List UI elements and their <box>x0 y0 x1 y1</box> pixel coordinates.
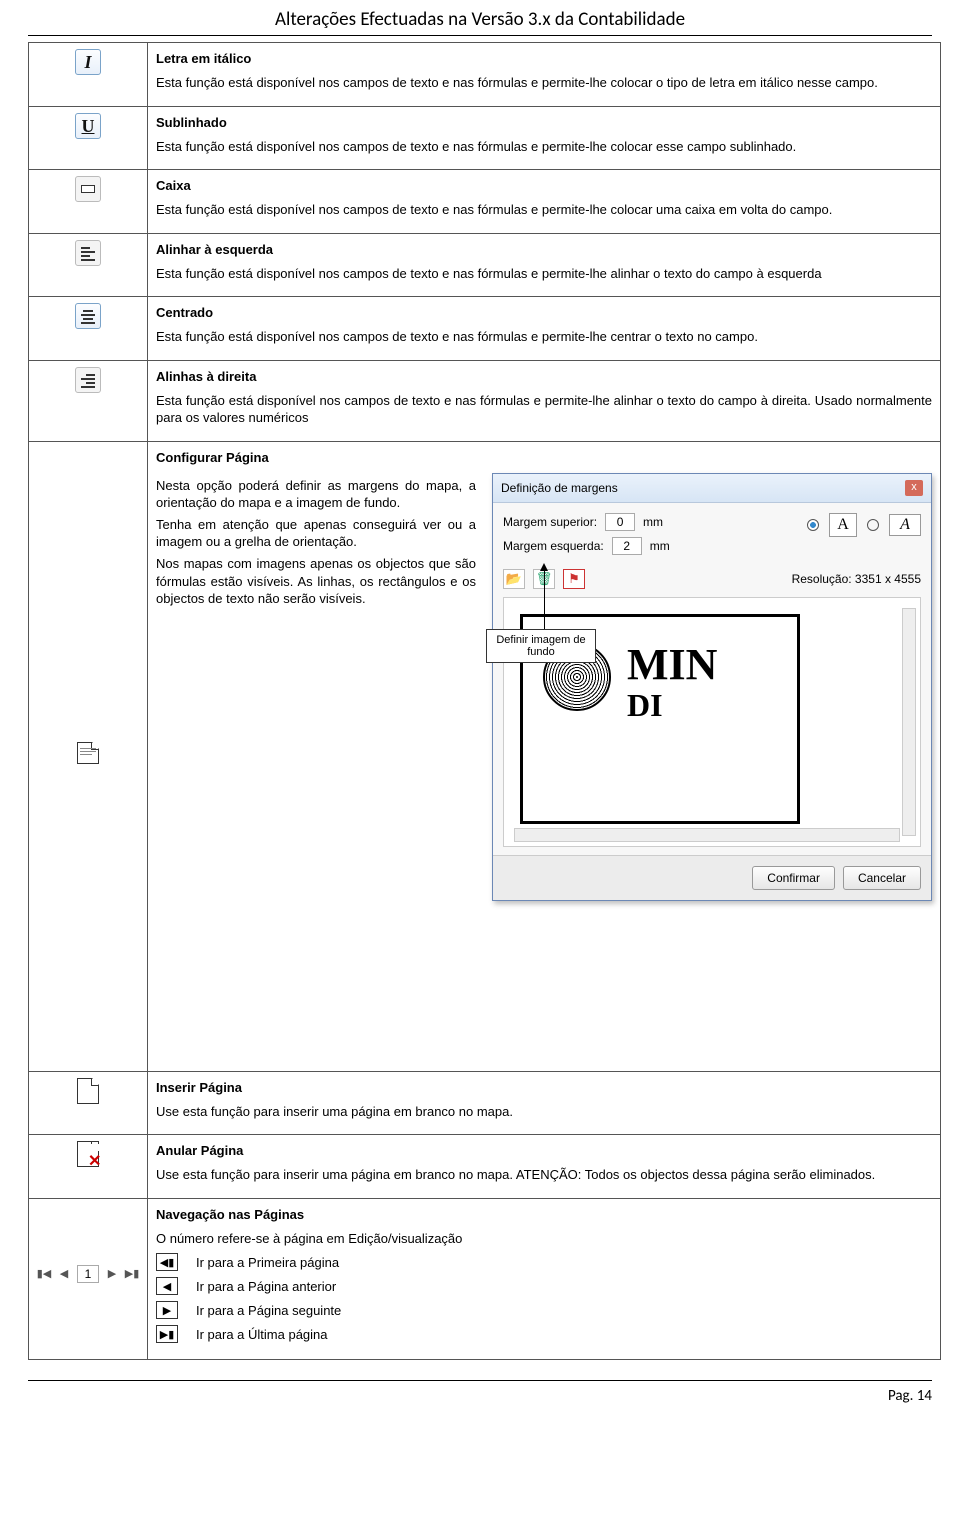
desc-nav: Navegação nas Páginas O número refere-se… <box>148 1198 941 1360</box>
dialog-wrapper: Definição de margens x Margem superior: <box>492 473 932 901</box>
callout-arrow-line <box>544 569 545 629</box>
desc-center: Centrado Esta função está disponível nos… <box>148 297 941 361</box>
insert-page-icon <box>77 1078 99 1104</box>
para-alignright: Esta função está disponível nos campos d… <box>156 392 932 427</box>
nav-first-label: Ir para a Primeira página <box>196 1255 339 1270</box>
title-insert: Inserir Página <box>156 1080 932 1095</box>
italic-icon: I <box>75 49 101 75</box>
dialog-title: Definição de margens <box>501 481 618 495</box>
orientation-landscape-icon: A <box>889 514 921 536</box>
title-underline: Sublinhado <box>156 115 932 130</box>
desc-annul: Anular Página Use esta função para inser… <box>148 1135 941 1199</box>
icon-cell-box <box>29 170 148 234</box>
nav-last-icon[interactable]: ▶▮ <box>125 1267 139 1281</box>
label-margin-left: Margem esquerda: <box>503 539 604 553</box>
cancel-button[interactable]: Cancelar <box>843 866 921 890</box>
title-alignleft: Alinhar à esquerda <box>156 242 932 257</box>
title-nav: Navegação nas Páginas <box>156 1207 932 1222</box>
nav-last-label: Ir para a Última página <box>196 1327 328 1342</box>
nav-prev-icon[interactable]: ◀ <box>57 1267 71 1281</box>
para-annul: Use esta função para inserir uma página … <box>156 1166 932 1184</box>
desc-underline: Sublinhado Esta função está disponível n… <box>148 106 941 170</box>
para-underline: Esta função está disponível nos campos d… <box>156 138 932 156</box>
desc-alignright: Alinhas à direita Esta função está dispo… <box>148 360 941 441</box>
preview-text-2: DI <box>627 687 717 724</box>
align-right-icon <box>75 367 101 393</box>
label-margin-top: Margem superior: <box>503 515 597 529</box>
nav-next-icon[interactable]: ▶ <box>105 1267 119 1281</box>
orientation-portrait-icon: A <box>829 513 857 537</box>
nav-first-icon[interactable]: ▮◀ <box>37 1267 51 1281</box>
para-center: Esta função está disponível nos campos d… <box>156 328 932 346</box>
icon-cell-underline: U <box>29 106 148 170</box>
icon-cell-alignright <box>29 360 148 441</box>
page-header: Alterações Efectuadas na Versão 3.x da C… <box>28 0 932 36</box>
desc-box: Caixa Esta função está disponível nos ca… <box>148 170 941 234</box>
pagesetup-p2: Tenha em atenção que apenas conseguirá v… <box>156 516 476 551</box>
input-margin-top[interactable]: 0 <box>605 513 635 531</box>
unit-mm-2: mm <box>650 539 670 553</box>
confirm-button[interactable]: Confirmar <box>752 866 835 890</box>
desc-alignleft: Alinhar à esquerda Esta função está disp… <box>148 233 941 297</box>
nav-next-small-icon: ▶ <box>156 1301 178 1319</box>
callout-arrow-head <box>540 563 548 571</box>
desc-italic: Letra em itálico Esta função está dispon… <box>148 43 941 107</box>
icon-cell-pagesetup <box>29 441 148 1071</box>
align-left-icon <box>75 240 101 266</box>
box-icon <box>75 176 101 202</box>
nav-page-number[interactable]: 1 <box>77 1265 99 1283</box>
pagesetup-p1: Nesta opção poderá definir as margens do… <box>156 477 476 512</box>
icon-cell-italic: I <box>29 43 148 107</box>
preview-text-1: MIN <box>627 643 717 687</box>
annul-page-icon <box>77 1141 99 1167</box>
flag-icon[interactable]: ⚑ <box>563 569 585 589</box>
nav-prev-label: Ir para a Página anterior <box>196 1279 336 1294</box>
para-box: Esta função está disponível nos campos d… <box>156 201 932 219</box>
radio-portrait[interactable] <box>807 519 819 531</box>
page-footer: Pag. 14 <box>28 1380 932 1405</box>
pagesetup-p3: Nos mapas com imagens apenas os objectos… <box>156 555 476 608</box>
para-insert: Use esta função para inserir uma página … <box>156 1103 932 1121</box>
callout-define-bg: Definir imagem de fundo <box>486 629 596 663</box>
unit-mm-1: mm <box>643 515 663 529</box>
underline-icon: U <box>75 113 101 139</box>
resolution-label: Resolução: 3351 x 4555 <box>792 572 921 586</box>
para-italic: Esta função está disponível nos campos d… <box>156 74 932 92</box>
desc-pagesetup: Configurar Página Nesta opção poderá def… <box>148 441 941 1071</box>
scrollbar-vertical[interactable] <box>902 608 916 836</box>
input-margin-left[interactable]: 2 <box>612 537 642 555</box>
features-table: I Letra em itálico Esta função está disp… <box>28 42 941 1360</box>
title-alignright: Alinhas à direita <box>156 369 932 384</box>
title-center: Centrado <box>156 305 932 320</box>
radio-landscape[interactable] <box>867 519 879 531</box>
nav-last-small-icon: ▶▮ <box>156 1325 178 1343</box>
scrollbar-horizontal[interactable] <box>514 828 900 842</box>
title-box: Caixa <box>156 178 932 193</box>
para-nav: O número refere-se à página em Edição/vi… <box>156 1230 932 1248</box>
para-alignleft: Esta função está disponível nos campos d… <box>156 265 932 283</box>
desc-insert: Inserir Página Use esta função para inse… <box>148 1071 941 1135</box>
title-pagesetup: Configurar Página <box>156 450 932 465</box>
open-folder-icon[interactable]: 📂 <box>503 569 525 589</box>
title-annul: Anular Página <box>156 1143 932 1158</box>
title-italic: Letra em itálico <box>156 51 932 66</box>
icon-cell-annul <box>29 1135 148 1199</box>
nav-next-label: Ir para a Página seguinte <box>196 1303 341 1318</box>
icon-cell-insert <box>29 1071 148 1135</box>
icon-cell-alignleft <box>29 233 148 297</box>
close-icon[interactable]: x <box>905 480 923 496</box>
icon-cell-nav: ▮◀ ◀ 1 ▶ ▶▮ <box>29 1198 148 1360</box>
icon-cell-center <box>29 297 148 361</box>
page-setup-icon <box>77 742 99 764</box>
align-center-icon <box>75 303 101 329</box>
nav-first-small-icon: ◀▮ <box>156 1253 178 1271</box>
nav-prev-small-icon: ◀ <box>156 1277 178 1295</box>
margins-dialog: Definição de margens x Margem superior: <box>492 473 932 901</box>
